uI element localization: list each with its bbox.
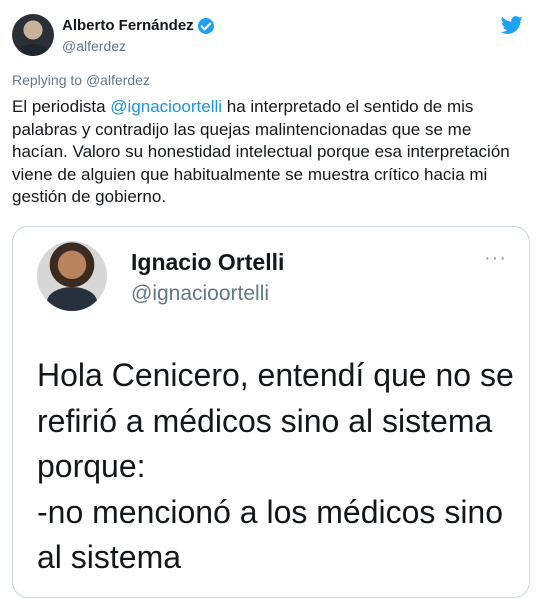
tweet-body: El periodista @ignacioortelli ha interpr…: [12, 96, 527, 209]
quoted-tweet-text: Hola Cenicero, entendí que no se refirió…: [37, 357, 514, 575]
tweet-body-text-start: El periodista: [12, 97, 111, 116]
tweet: Alberto Fernández @alferdez Replying to …: [0, 0, 538, 598]
author-display-name[interactable]: Alberto Fernández: [62, 17, 194, 34]
quoted-author-handle: @ignacioortelli: [131, 282, 270, 305]
verified-badge-icon: [197, 17, 214, 34]
twitter-bird-icon[interactable]: [500, 14, 524, 36]
author-handle[interactable]: @alferdez: [62, 38, 126, 54]
author-avatar[interactable]: [12, 14, 54, 56]
replying-to: Replying to @alferdez: [12, 72, 150, 88]
quoted-author-name: Ignacio Ortelli: [131, 249, 285, 275]
quoted-tweet-card[interactable]: Ignacio Ortelli @ignacioortelli ··· Hola…: [12, 226, 530, 598]
more-options-icon: ···: [484, 247, 507, 269]
replying-to-label: Replying to: [12, 72, 86, 88]
mention-link[interactable]: @ignacioortelli: [110, 97, 222, 116]
quoted-author-avatar: [37, 241, 107, 311]
replying-to-mention[interactable]: @alferdez: [86, 72, 150, 88]
author-name-row: Alberto Fernández: [62, 17, 214, 34]
